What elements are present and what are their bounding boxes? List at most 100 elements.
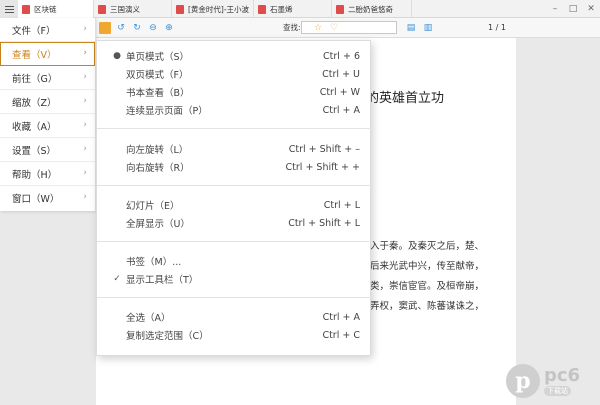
- watermark-tag: 下载站: [544, 386, 571, 396]
- tab-3[interactable]: 石墨烯: [254, 0, 332, 18]
- radio-selected-icon: ●: [113, 51, 121, 61]
- tab-label: 三国演义: [110, 4, 140, 14]
- watermark-circle-icon: p: [506, 364, 540, 398]
- tab-4[interactable]: 二胎奶爸悠奇: [332, 0, 412, 18]
- submenu-item-label: 书本查看（B）: [126, 88, 190, 99]
- submenu-item-label: 向右旋转（R）: [126, 163, 190, 174]
- maximize-icon[interactable]: □: [564, 0, 582, 18]
- shortcut-text: Ctrl + Shift + +: [285, 161, 360, 173]
- submenu-item-label: 幻灯片（E）: [126, 201, 180, 212]
- tab-bar: 区块链 三国演义 [黄金时代]-王小波 石墨烯 二胎奶爸悠奇 – □ ✕: [0, 0, 600, 18]
- shortcut-text: Ctrl + W: [319, 86, 360, 98]
- submenu-item-continuous[interactable]: 连续显示页面（P） Ctrl + A: [97, 101, 372, 119]
- submenu-item-label: 显示工具栏（T）: [126, 275, 199, 286]
- separator: [97, 297, 372, 298]
- zoom-in-icon[interactable]: ⊕: [163, 22, 175, 34]
- select-tool-icon[interactable]: [99, 22, 111, 34]
- tab-1[interactable]: 三国演义: [94, 0, 172, 18]
- submenu-item-bookmarks[interactable]: 书签（M）...: [97, 252, 372, 270]
- submenu-item-show-toolbar[interactable]: ✓ 显示工具栏（T）: [97, 270, 372, 288]
- shortcut-text: Ctrl + Shift + L: [288, 217, 360, 229]
- menu-item-help[interactable]: 帮助（H） ›: [0, 162, 95, 186]
- submenu-item-copy-selection[interactable]: 复制选定范围（C） Ctrl + C: [97, 326, 372, 344]
- menu-item-label: 查看（V）: [12, 49, 57, 61]
- submenu-item-rotate-right[interactable]: 向右旋转（R） Ctrl + Shift + +: [97, 158, 372, 176]
- favorite-heart-icon[interactable]: ♡: [328, 22, 340, 34]
- menu-item-favorites[interactable]: 收藏（A） ›: [0, 114, 95, 138]
- chevron-right-icon: ›: [83, 48, 87, 58]
- submenu-item-book-view[interactable]: 书本查看（B） Ctrl + W: [97, 83, 372, 101]
- watermark-logo: p pc6 下载站: [506, 362, 592, 400]
- shortcut-text: Ctrl + 6: [323, 50, 360, 62]
- menu-item-goto[interactable]: 前往（G） ›: [0, 66, 95, 90]
- single-page-icon[interactable]: ▤: [405, 22, 417, 34]
- submenu-item-fullscreen[interactable]: 全屏显示（U） Ctrl + Shift + L: [97, 214, 372, 232]
- shortcut-text: Ctrl + L: [323, 199, 360, 211]
- menu-item-file[interactable]: 文件（F） ›: [0, 18, 95, 42]
- tab-label: 石墨烯: [270, 4, 293, 14]
- submenu-item-label: 复制选定范围（C）: [126, 331, 209, 342]
- bookmark-star-icon[interactable]: ☆: [312, 22, 324, 34]
- pdf-file-icon: [176, 4, 184, 14]
- submenu-item-slideshow[interactable]: 幻灯片（E） Ctrl + L: [97, 196, 372, 214]
- menu-item-label: 文件（F）: [12, 25, 56, 37]
- submenu-item-rotate-left[interactable]: 向左旋转（L） Ctrl + Shift + –: [97, 140, 372, 158]
- tab-2[interactable]: [黄金时代]-王小波: [172, 0, 254, 18]
- submenu-item-label: 书签（M）...: [126, 257, 182, 268]
- tab-label: 二胎奶爸悠奇: [348, 4, 393, 14]
- minimize-icon[interactable]: –: [546, 0, 564, 18]
- document-line: 类，崇信宦官。及桓帝崩，: [370, 281, 485, 292]
- separator: [97, 128, 372, 129]
- view-submenu: ● 单页模式（S） Ctrl + 6 双页模式（F） Ctrl + U 书本查看…: [96, 40, 372, 356]
- submenu-item-label: 连续显示页面（P）: [126, 106, 208, 117]
- chevron-right-icon: ›: [83, 24, 87, 34]
- menu-item-zoom[interactable]: 缩放（Z） ›: [0, 90, 95, 114]
- submenu-item-double-page[interactable]: 双页模式（F） Ctrl + U: [97, 65, 372, 83]
- double-page-icon[interactable]: ▥: [422, 22, 434, 34]
- checkmark-icon: ✓: [113, 274, 121, 284]
- tab-label: [黄金时代]-王小波: [188, 4, 250, 14]
- submenu-item-select-all[interactable]: 全选（A） Ctrl + A: [97, 308, 372, 326]
- chevron-right-icon: ›: [83, 96, 87, 106]
- chevron-right-icon: ›: [83, 144, 87, 154]
- menu-item-settings[interactable]: 设置（S） ›: [0, 138, 95, 162]
- menu-item-label: 缩放（Z）: [12, 97, 57, 109]
- submenu-item-single-page[interactable]: ● 单页模式（S） Ctrl + 6: [97, 47, 372, 65]
- shortcut-text: Ctrl + A: [322, 311, 360, 323]
- rotate-right-icon[interactable]: ↻: [131, 22, 143, 34]
- hamburger-menu-icon[interactable]: [0, 0, 18, 18]
- search-label: 查找:: [283, 23, 301, 32]
- submenu-item-label: 单页模式（S）: [126, 52, 190, 63]
- chevron-right-icon: ›: [83, 120, 87, 130]
- page-indicator: 1 / 1: [488, 23, 506, 32]
- pdf-file-icon: [258, 4, 266, 14]
- tab-0[interactable]: 区块链: [18, 0, 94, 18]
- menu-item-label: 帮助（H）: [12, 169, 58, 181]
- menu-item-label: 收藏（A）: [12, 121, 57, 133]
- watermark-text: pc6 下载站: [544, 366, 580, 396]
- document-title: 的英雄首立功: [366, 91, 445, 106]
- document-line: 入于秦。及秦灭之后，楚、: [370, 241, 485, 252]
- watermark-brand: pc6: [544, 365, 581, 386]
- shortcut-text: Ctrl + C: [322, 329, 360, 341]
- pdf-file-icon: [22, 4, 30, 14]
- shortcut-text: Ctrl + U: [322, 68, 360, 80]
- chevron-right-icon: ›: [83, 72, 87, 82]
- menu-item-view[interactable]: 查看（V） ›: [0, 42, 95, 66]
- rotate-left-icon[interactable]: ↺: [115, 22, 127, 34]
- shortcut-text: Ctrl + Shift + –: [288, 143, 360, 155]
- menu-item-label: 窗口（W）: [12, 194, 60, 205]
- tab-label: 区块链: [34, 4, 57, 14]
- toolbar: ↺ ↻ ⊖ ⊕ 查找: ▤ ▥ 1 / 1 ☆ ♡: [96, 18, 600, 38]
- pdf-file-icon: [98, 4, 106, 14]
- submenu-item-label: 双页模式（F）: [126, 70, 189, 81]
- document-line: 后来光武中兴，传至献帝，: [370, 261, 485, 272]
- menu-item-label: 设置（S）: [12, 145, 57, 157]
- submenu-item-label: 全屏显示（U）: [126, 219, 190, 230]
- menu-item-label: 前往（G）: [12, 73, 58, 85]
- menu-item-window[interactable]: 窗口（W） ›: [0, 186, 95, 210]
- zoom-out-icon[interactable]: ⊖: [147, 22, 159, 34]
- shortcut-text: Ctrl + A: [322, 104, 360, 116]
- pdf-file-icon: [336, 4, 344, 14]
- close-icon[interactable]: ✕: [582, 0, 600, 18]
